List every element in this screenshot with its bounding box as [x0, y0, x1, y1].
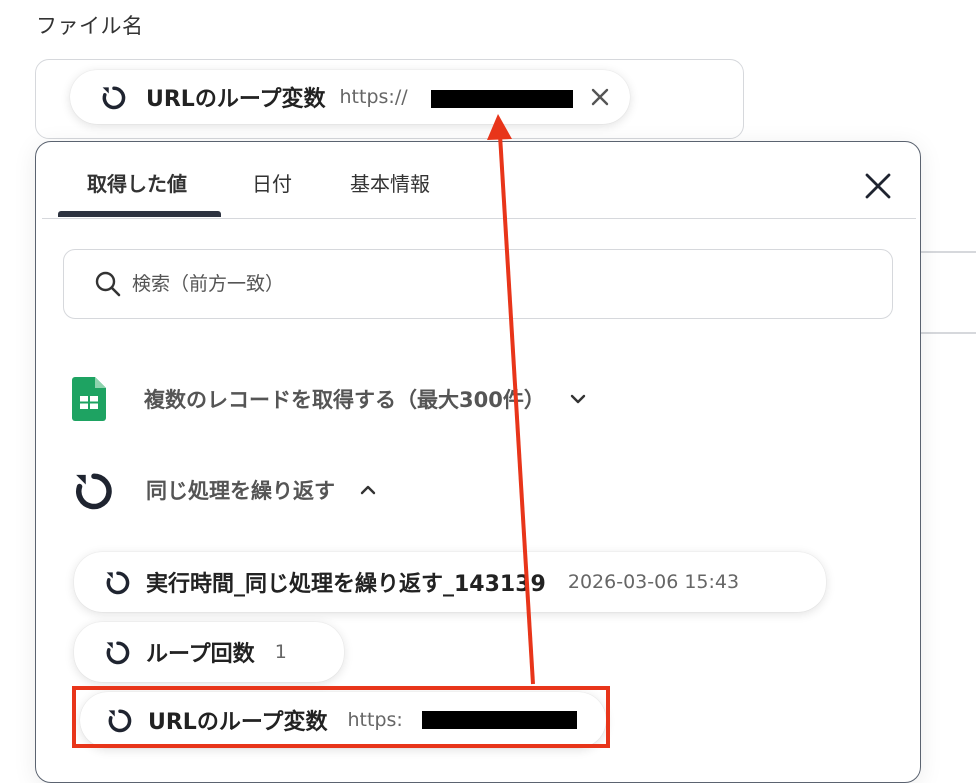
google-sheets-icon	[72, 377, 106, 421]
item-label: ループ回数	[146, 642, 255, 667]
search-input[interactable]	[130, 272, 834, 296]
chip-label: URLのループ変数	[146, 87, 326, 112]
search-field[interactable]	[63, 249, 893, 319]
remove-chip-icon[interactable]	[588, 85, 612, 109]
group-title: 複数のレコードを取得する（最大300件）	[144, 388, 545, 412]
chevron-down-icon[interactable]	[567, 388, 589, 410]
selected-variable-chip[interactable]: URLのループ変数 https://	[70, 70, 630, 124]
item-label: 実行時間_同じ処理を繰り返す_143139	[146, 572, 546, 597]
chevron-up-icon[interactable]	[357, 479, 379, 501]
search-icon	[95, 271, 121, 297]
loop-icon	[72, 468, 116, 512]
loop-icon	[100, 83, 128, 111]
tab-retrieved-values[interactable]: 取得した値	[87, 168, 187, 197]
divider	[918, 332, 976, 334]
tab-bar: 取得した値 日付 基本情報	[42, 142, 916, 219]
active-tab-indicator	[58, 211, 221, 217]
loop-icon	[104, 638, 132, 666]
tab-date[interactable]: 日付	[252, 168, 292, 197]
group-repeat-process[interactable]: 同じ処理を繰り返す	[72, 468, 379, 512]
divider	[918, 251, 976, 253]
group-title: 同じ処理を繰り返す	[146, 479, 335, 503]
loop-icon	[104, 568, 132, 596]
item-value: 2026-03-06 15:43	[567, 571, 740, 593]
group-get-records[interactable]: 複数のレコードを取得する（最大300件）	[72, 377, 589, 421]
tab-basic-info[interactable]: 基本情報	[350, 168, 430, 197]
chip-value: https://	[339, 86, 408, 108]
list-item[interactable]: 実行時間_同じ処理を繰り返す_143139 2026-03-06 15:43	[74, 552, 826, 612]
list-item[interactable]: ループ回数 1	[74, 622, 344, 682]
redaction-bar	[431, 90, 573, 108]
close-icon[interactable]	[862, 170, 894, 202]
annotation-highlight-box	[72, 686, 610, 748]
item-value: 1	[274, 641, 287, 663]
field-label: ファイル名	[36, 14, 144, 38]
